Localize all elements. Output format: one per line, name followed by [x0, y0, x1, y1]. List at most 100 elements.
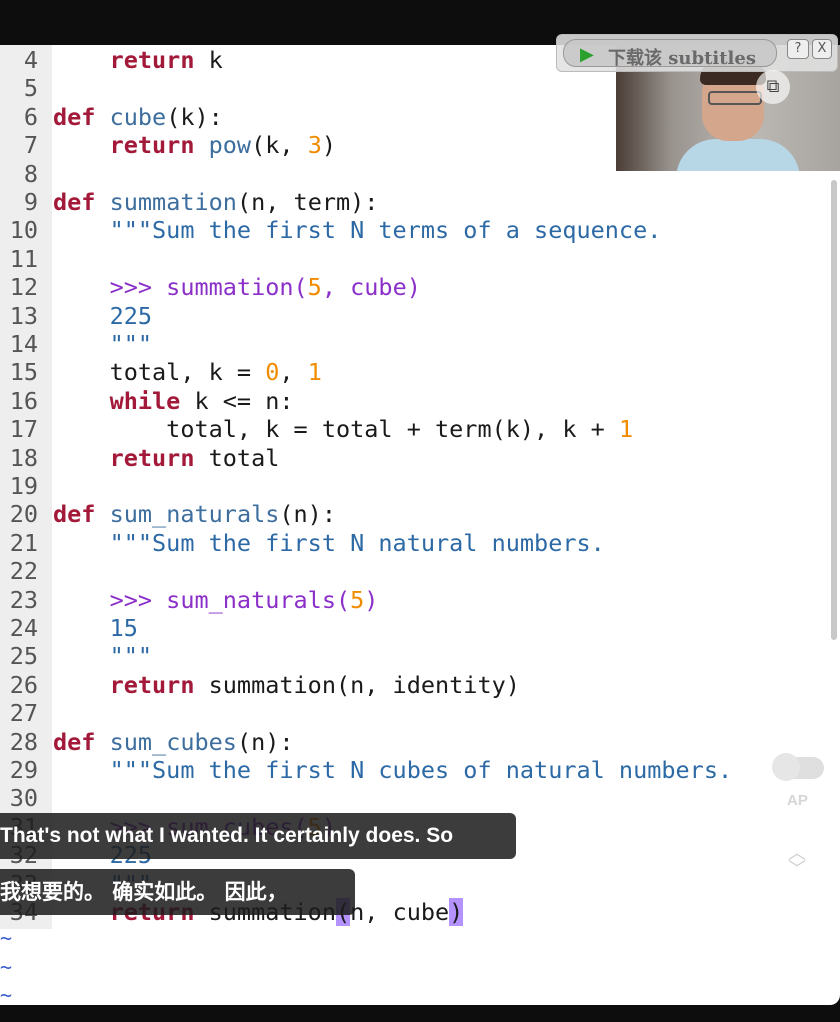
code-token: return — [109, 46, 195, 74]
code-token: return — [109, 670, 195, 699]
line-number: 13 — [9, 301, 38, 330]
code-token: ) — [321, 131, 336, 160]
code-editor[interactable]: 4 return k 5 6 def cube(k): 7 return pow(k, … — [0, 45, 840, 1005]
copy-frame-icon[interactable]: ⧉ — [756, 70, 790, 104]
code-token: >>> summation( — [109, 273, 308, 302]
line-number: 25 — [9, 642, 38, 671]
code-token: k — [194, 46, 223, 74]
line-source: def sum_naturals(n): — [53, 500, 336, 528]
line-source: def sum_cubes(n): — [53, 728, 294, 756]
code-token: k <= n: — [180, 386, 294, 415]
line-source: return pow(k, 3) — [53, 131, 336, 159]
line-number: 5 — [23, 74, 38, 103]
code-token: (n, term): — [236, 188, 379, 216]
caption-chinese: 我想要的。 确实如此。 因此， — [0, 869, 355, 915]
line-number: 16 — [9, 386, 38, 415]
code-token: 3 — [307, 131, 322, 160]
code-token: return — [109, 443, 195, 472]
line-source: """Sum the first N cubes of natural numb… — [53, 756, 733, 784]
play-icon: ▶ — [580, 44, 594, 65]
code-token: def — [53, 727, 96, 756]
empty-line-marker: ~ — [0, 954, 13, 979]
line-number: 14 — [9, 330, 38, 358]
line-number: 10 — [9, 216, 38, 245]
code-token: 0 — [265, 358, 280, 387]
line-number: 27 — [9, 699, 38, 728]
line-number: 21 — [9, 528, 38, 557]
code-token: (k, — [251, 131, 308, 160]
line-source: >>> summation(5, cube) — [53, 273, 421, 301]
line-source: while k <= n: — [53, 387, 294, 415]
code-token: , cube) — [321, 273, 421, 302]
line-source: def summation(n, term): — [53, 188, 378, 216]
code-token: 5 — [350, 585, 365, 614]
line-number: 6 — [23, 102, 38, 131]
line-number: 15 — [9, 358, 38, 387]
line-number: 9 — [23, 188, 38, 216]
line-source: return k — [53, 46, 223, 74]
code-token: total, k = — [53, 358, 266, 387]
code-token: """Sum the first N natural numbers. — [109, 528, 605, 557]
code-token: (n): — [279, 500, 336, 529]
line-number: 24 — [9, 614, 38, 642]
line-number: 22 — [9, 557, 38, 586]
code-token: """ — [109, 642, 153, 671]
line-source: """ — [53, 330, 152, 358]
line-source: """Sum the first N natural numbers. — [53, 529, 605, 557]
code-token: , — [279, 358, 308, 387]
line-number: 7 — [23, 131, 38, 160]
code-token: 225 — [109, 301, 153, 330]
code-token: >>> sum_naturals( — [109, 585, 351, 614]
code-token: pow — [208, 131, 252, 160]
autoplay-toggle-knob[interactable] — [772, 753, 800, 781]
code-token: sum_naturals — [109, 500, 280, 529]
line-number: 4 — [23, 46, 38, 74]
line-number: 17 — [9, 415, 38, 444]
line-number: 26 — [9, 670, 38, 699]
line-number: 18 — [9, 443, 38, 472]
bottom-letterbox — [0, 1005, 840, 1022]
code-token: def — [53, 500, 96, 529]
close-button[interactable]: X — [812, 39, 832, 59]
line-number: 23 — [9, 585, 38, 614]
code-token: ) — [364, 585, 379, 614]
chevron-up-down-icon[interactable]: ︿ ﹀ — [788, 845, 806, 879]
code-token: return — [109, 131, 195, 160]
code-token: 1 — [618, 415, 634, 444]
code-token: def — [53, 102, 96, 131]
editor-scrollbar[interactable] — [831, 180, 837, 640]
help-button[interactable]: ? — [787, 39, 809, 59]
subtitle-download-bar: ▶ 下载该 subtitles ? X — [556, 34, 838, 72]
code-token: 5 — [307, 273, 322, 302]
code-token: total, k = total + term(k), k + — [53, 415, 619, 444]
line-number: 11 — [9, 244, 38, 273]
line-source: total, k = 0, 1 — [53, 358, 322, 386]
line-source: return summation(n, identity) — [53, 671, 520, 699]
caption-english: That's not what I wanted. It certainly d… — [0, 813, 516, 859]
line-number: 29 — [9, 756, 38, 784]
code-token: 15 — [109, 614, 138, 642]
line-number: 28 — [9, 727, 38, 756]
subtitle-download-button[interactable]: ▶ 下载该 subtitles — [563, 39, 777, 69]
code-token: summation(n, identity) — [194, 670, 520, 699]
code-token: summation — [109, 188, 237, 216]
line-source: >>> sum_naturals(5) — [53, 585, 379, 614]
